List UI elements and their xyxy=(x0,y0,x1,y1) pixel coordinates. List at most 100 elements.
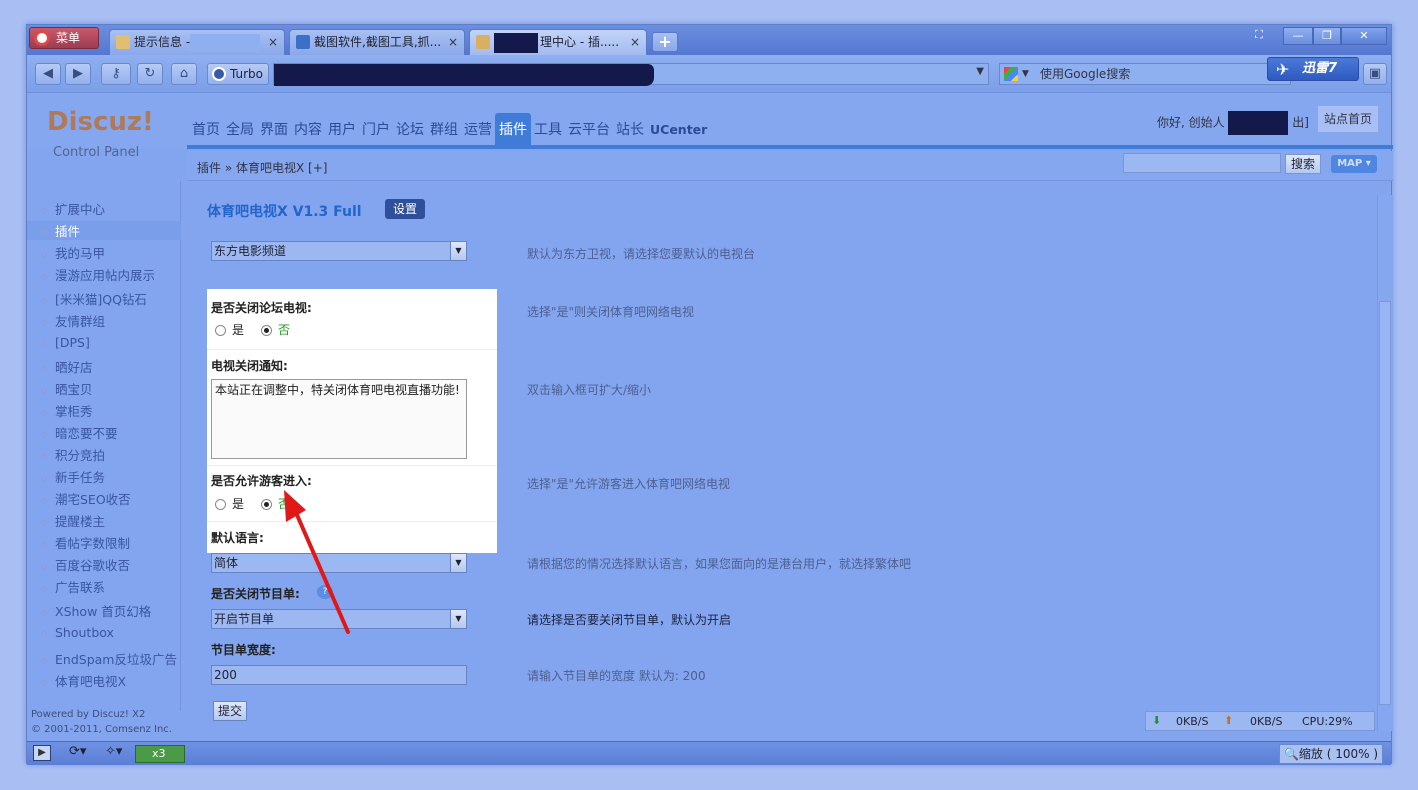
bullet-icon xyxy=(41,475,47,482)
site-home-button[interactable]: 站点首页 xyxy=(1317,105,1379,133)
nav-item[interactable]: 全局 xyxy=(223,115,257,145)
notice-textarea[interactable]: 本站正在调整中，特关闭体育吧电视直播功能! xyxy=(211,379,467,459)
sidebar-item[interactable]: 看帖字数限制 xyxy=(41,533,130,552)
sidebar-item[interactable]: 暗恋要不要 xyxy=(41,423,118,442)
sidebar-item[interactable]: 广告联系 xyxy=(41,577,105,596)
page-icon xyxy=(296,35,310,49)
fullscreen-icon[interactable]: ▣ xyxy=(1363,63,1387,85)
nav-item[interactable]: 论坛 xyxy=(393,115,427,145)
scrollbar-thumb[interactable] xyxy=(1379,301,1391,705)
close-window-button[interactable]: ✕ xyxy=(1341,27,1387,45)
sidebar-item[interactable]: 掌柜秀 xyxy=(41,401,93,420)
xunlei-button[interactable]: ✈ 迅雷7 xyxy=(1267,57,1359,81)
guest-yes[interactable]: 是 xyxy=(215,495,244,512)
maximize-button[interactable]: ❐ xyxy=(1313,27,1341,45)
help-icon[interactable]: ? xyxy=(317,585,333,599)
sidebar-item[interactable]: 体育吧电视X xyxy=(41,671,126,690)
sidebar-item[interactable]: 友情群组 xyxy=(41,311,105,330)
sidebar-toggle-icon[interactable]: ▶ xyxy=(33,745,51,761)
sidebar-item[interactable]: 扩展中心 xyxy=(41,199,105,218)
nav-item[interactable]: 工具 xyxy=(531,115,565,145)
breadcrumb-bar: 插件 » 体育吧电视X [+] 搜索 MAP ▾ xyxy=(187,151,1393,181)
sidebar-item[interactable]: Shoutbox xyxy=(41,625,114,640)
browser-menu-button[interactable]: 菜单 xyxy=(29,27,99,49)
nav-item[interactable]: 界面 xyxy=(257,115,291,145)
sidebar-item[interactable]: 潮宅SEO收否 xyxy=(41,489,131,508)
nav-item[interactable]: 云平台 xyxy=(565,115,613,145)
nav-item[interactable]: 内容 xyxy=(291,115,325,145)
submit-button[interactable]: 提交 xyxy=(213,701,247,721)
sync-icon[interactable]: ⟳▾ xyxy=(69,744,86,759)
admin-search-button[interactable]: 搜索 xyxy=(1285,154,1321,174)
menu-hint: 请选择是否要关闭节目单，默认为开启 xyxy=(527,613,732,627)
settings-button[interactable]: 设置 xyxy=(385,199,425,219)
channel-select-value: 东方电影频道 xyxy=(214,244,287,258)
sidebar-item[interactable]: [米米猫]QQ钻石 xyxy=(41,289,147,308)
key-icon[interactable]: ⚷ xyxy=(101,63,131,85)
sidebar-item-label: 潮宅SEO收否 xyxy=(55,492,131,507)
download-arrow-icon: ⬇ xyxy=(1152,714,1162,727)
turbo-label: Turbo xyxy=(230,67,264,81)
sidebar-item[interactable]: 漫游应用帖内展示 xyxy=(41,265,155,284)
sidebar-item[interactable]: 百度谷歌收否 xyxy=(41,555,130,574)
tab-admin-center[interactable]: 理中心 - 插..... × xyxy=(469,29,647,55)
sidebar-item[interactable]: [DPS] xyxy=(41,335,90,350)
breadcrumb[interactable]: 插件 » 体育吧电视X [+] xyxy=(197,159,327,176)
menu-label: 菜单 xyxy=(56,31,81,45)
refresh-button[interactable]: ↻ xyxy=(137,63,163,85)
width-input[interactable]: 200 xyxy=(211,665,467,685)
counter-value: x3 xyxy=(152,747,166,760)
bullet-icon xyxy=(41,251,47,258)
tab-close-icon[interactable]: × xyxy=(268,30,278,54)
minimize-button[interactable]: — xyxy=(1283,27,1313,45)
tab-close-icon[interactable]: × xyxy=(630,30,640,54)
channel-select[interactable]: 东方电影频道 ▼ xyxy=(211,241,467,261)
sidebar-item[interactable]: 积分竞拍 xyxy=(41,445,105,464)
tab-prompt-info[interactable]: 提示信息 - × xyxy=(109,29,285,55)
sidebar-item[interactable]: 插件 xyxy=(27,221,181,240)
menu-select[interactable]: 开启节目单 ▼ xyxy=(211,609,467,629)
close-tv-no[interactable]: 否 xyxy=(261,321,290,338)
sidebar-item[interactable]: 我的马甲 xyxy=(41,243,105,262)
nav-item[interactable]: 门户 xyxy=(359,115,393,145)
close-tv-yes[interactable]: 是 xyxy=(215,321,244,338)
tab-close-icon[interactable]: × xyxy=(448,30,458,54)
back-button[interactable]: ◀ xyxy=(35,63,61,85)
plugin-counter[interactable]: x3 xyxy=(135,745,185,763)
nav-item-plugins[interactable]: 插件 xyxy=(495,113,531,147)
logout-link[interactable]: 出] xyxy=(1292,116,1309,130)
admin-search-input[interactable] xyxy=(1123,153,1281,173)
sidebar-item[interactable]: 提醒楼主 xyxy=(41,511,105,530)
search-engine-box[interactable]: ▼ 使用Google搜索 xyxy=(999,63,1291,85)
new-tab-button[interactable]: + xyxy=(652,32,678,52)
sidebar-item[interactable]: 晒宝贝 xyxy=(41,379,93,398)
address-bar[interactable]: ▼ xyxy=(273,63,989,86)
zoom-control[interactable]: 🔍缩放 ( 100% ) xyxy=(1279,744,1383,764)
turbo-button[interactable]: Turbo xyxy=(207,63,269,85)
search-placeholder: 使用Google搜索 xyxy=(1040,67,1131,81)
sidebar-item[interactable]: XShow 首页幻格 xyxy=(41,601,151,620)
guest-no[interactable]: 否 xyxy=(261,495,290,512)
tab-label: 理中心 - 插..... xyxy=(540,35,620,49)
home-button[interactable]: ⌂ xyxy=(171,63,197,85)
engine-dropdown-icon[interactable]: ▼ xyxy=(1022,64,1029,84)
radio-icon xyxy=(215,325,226,336)
sidebar-item[interactable]: 晒好店 xyxy=(41,357,93,376)
sidebar-item-label: 提醒楼主 xyxy=(55,514,106,529)
radio-selected-icon xyxy=(261,499,272,510)
sidebar-item[interactable]: EndSpam反垃圾广告 xyxy=(41,649,177,668)
tab-screenshot-software[interactable]: 截图软件,截图工具,抓... × xyxy=(289,29,465,55)
sidebar-item[interactable]: 新手任务 xyxy=(41,467,105,486)
forward-button[interactable]: ▶ xyxy=(65,63,91,85)
nav-item[interactable]: 站长 xyxy=(613,115,647,145)
lang-select[interactable]: 简体 ▼ xyxy=(211,553,467,573)
share-icon[interactable]: ✧▾ xyxy=(105,744,122,759)
nav-item[interactable]: 群组 xyxy=(427,115,461,145)
pin-icon[interactable]: ⛶ xyxy=(1247,27,1271,45)
address-dropdown-icon[interactable]: ▼ xyxy=(976,66,984,77)
nav-item[interactable]: 运营 xyxy=(461,115,495,145)
map-button[interactable]: MAP ▾ xyxy=(1331,155,1377,173)
nav-item[interactable]: UCenter xyxy=(647,115,710,145)
nav-item[interactable]: 用户 xyxy=(325,115,359,145)
nav-item[interactable]: 首页 xyxy=(189,115,223,145)
